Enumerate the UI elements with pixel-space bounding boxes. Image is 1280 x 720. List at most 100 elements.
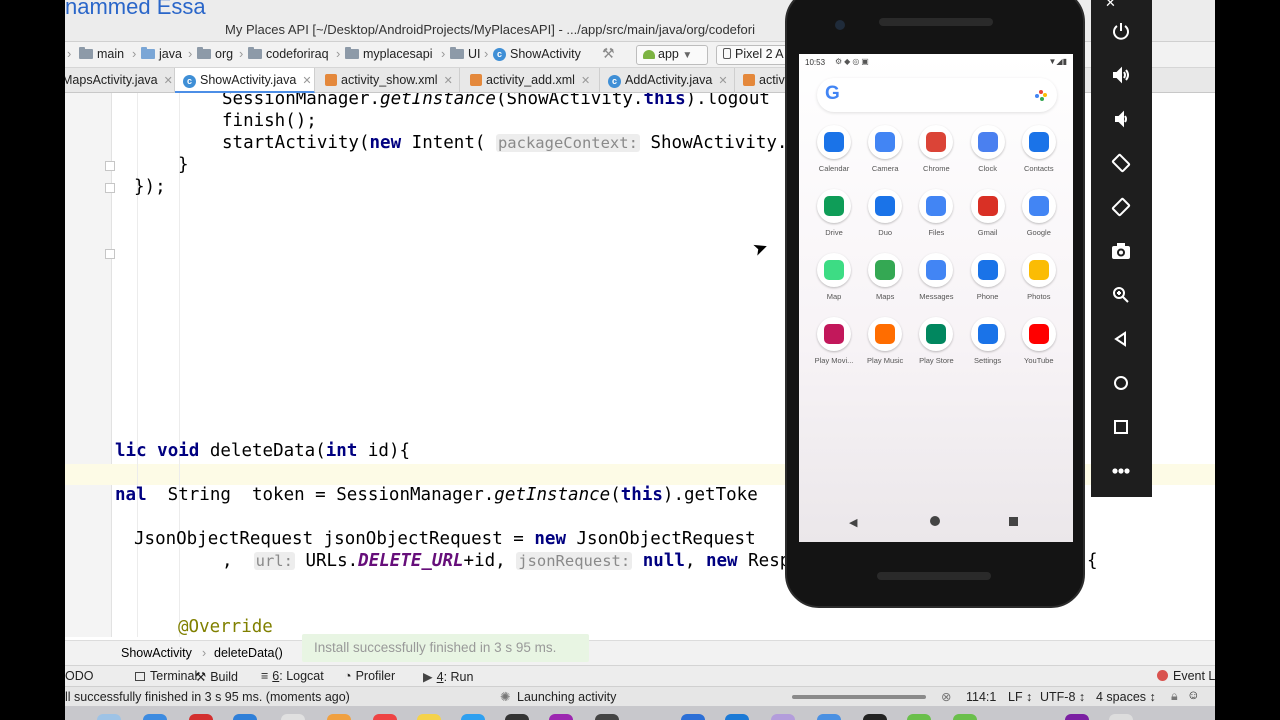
file-encoding[interactable]: UTF-8 ↕ — [1040, 690, 1085, 704]
back-button[interactable] — [1107, 325, 1135, 353]
notes-icon[interactable] — [417, 714, 441, 720]
rotate-right-button[interactable] — [1107, 193, 1135, 221]
tool-build[interactable]: ⚒ Build — [195, 669, 238, 684]
finder-icon[interactable] — [97, 714, 121, 720]
app-icon[interactable] — [1065, 714, 1089, 720]
tool-terminal[interactable]: Terminal — [135, 669, 197, 683]
fold-marker[interactable] — [105, 249, 115, 259]
app-contacts[interactable]: Contacts — [1014, 125, 1064, 173]
caret-position[interactable]: 114:1 — [966, 690, 996, 704]
app-map[interactable]: Map — [809, 253, 859, 301]
tool-logcat[interactable]: ≡ 6: Logcat — [261, 669, 324, 683]
app-icon[interactable] — [233, 714, 257, 720]
app-icon[interactable] — [907, 714, 931, 720]
app-messages[interactable]: Messages — [911, 253, 961, 301]
close-icon[interactable]: ✕ — [581, 75, 590, 87]
app-play-music[interactable]: Play Music — [860, 317, 910, 365]
lock-icon[interactable]: 🔒︎ — [1171, 689, 1178, 704]
device-select[interactable]: Pixel 2 A — [716, 45, 794, 65]
status-message[interactable]: ll successfully finished in 3 s 95 ms. (… — [65, 690, 350, 704]
tab-showactivity[interactable]: c ShowActivity.java ✕ — [175, 68, 315, 93]
line-separator[interactable]: LF ↕ — [1008, 690, 1032, 704]
app-icon[interactable] — [595, 714, 619, 720]
tab-mapsactivity[interactable]: MapsActivity.java ✕ — [65, 68, 175, 93]
google-search-bar[interactable]: G — [817, 78, 1057, 112]
app-play-store[interactable]: Play Store — [911, 317, 961, 365]
tool-todo[interactable]: ODO — [65, 669, 93, 683]
app-photos[interactable]: Photos — [1014, 253, 1064, 301]
app-google[interactable]: Google — [1014, 189, 1064, 237]
tab-addactivity[interactable]: c AddActivity.java ✕ — [600, 68, 735, 93]
crumb-java[interactable]: java — [141, 47, 182, 61]
home-button[interactable] — [1107, 369, 1135, 397]
recents-icon[interactable] — [1009, 517, 1018, 526]
app-calendar[interactable]: Calendar — [809, 125, 859, 173]
volume-down-button[interactable] — [1107, 105, 1135, 133]
app-play-movi[interactable]: Play Movi... — [809, 317, 859, 365]
breadcrumb-method[interactable]: deleteData() — [214, 646, 283, 660]
crumb-codeforiraq[interactable]: codeforiraq — [248, 47, 329, 61]
app-icon[interactable] — [505, 714, 529, 720]
close-icon[interactable]: ✕ — [1105, 0, 1116, 11]
app-icon[interactable] — [1109, 714, 1133, 720]
breadcrumb-class[interactable]: ShowActivity — [121, 646, 192, 660]
app-youtube[interactable]: YouTube — [1014, 317, 1064, 365]
indent-setting[interactable]: 4 spaces ↕ — [1096, 690, 1156, 704]
tool-run[interactable]: ▶ 4: Run — [423, 669, 473, 684]
app-chrome[interactable]: Chrome — [911, 125, 961, 173]
crumb-org[interactable]: org — [197, 47, 233, 61]
close-icon[interactable]: ✕ — [444, 75, 453, 87]
app-icon[interactable] — [461, 714, 485, 720]
crumb-showactivity[interactable]: c ShowActivity — [493, 47, 581, 61]
power-button[interactable] — [1107, 17, 1135, 45]
phone-screen[interactable]: 10:53 ⚙◆◎▣ ▼◢▮ G Calendar Camera Chrome Clo… — [799, 54, 1073, 542]
app-maps[interactable]: Maps — [860, 253, 910, 301]
close-icon[interactable]: ✕ — [718, 75, 727, 87]
app-icon[interactable] — [863, 714, 887, 720]
app-phone[interactable]: Phone — [963, 253, 1013, 301]
zoom-button[interactable] — [1107, 281, 1135, 309]
home-icon[interactable] — [930, 516, 940, 526]
close-icon[interactable]: ✕ — [302, 75, 311, 87]
app-clock[interactable]: Clock — [963, 125, 1013, 173]
fold-marker[interactable] — [105, 161, 115, 171]
tool-profiler[interactable]: ◔ Profiler — [344, 669, 395, 683]
app-icon[interactable] — [281, 714, 305, 720]
back-icon[interactable]: ◀ — [849, 516, 857, 529]
more-button[interactable] — [1107, 457, 1135, 485]
crumb-main[interactable]: main — [79, 47, 124, 61]
app-settings[interactable]: Settings — [963, 317, 1013, 365]
tab-activity-show[interactable]: activity_show.xml ✕ — [315, 68, 460, 93]
crumb-ui[interactable]: UI — [450, 47, 481, 61]
safari-icon[interactable] — [143, 714, 167, 720]
app-icon[interactable] — [771, 714, 795, 720]
crumb-myplacesapi[interactable]: myplacesapi — [345, 47, 432, 61]
smiley-icon[interactable]: ☺ — [1187, 688, 1200, 702]
overview-button[interactable] — [1107, 413, 1135, 441]
screenshot-button[interactable] — [1107, 237, 1135, 265]
cancel-icon[interactable]: ⊗ — [941, 689, 951, 704]
app-icon[interactable] — [725, 714, 749, 720]
app-icon[interactable] — [549, 714, 573, 720]
app-icon[interactable] — [327, 714, 351, 720]
app-icon[interactable] — [817, 714, 841, 720]
fold-marker[interactable] — [105, 183, 115, 193]
volume-up-button[interactable] — [1107, 61, 1135, 89]
app-icon[interactable] — [681, 714, 705, 720]
app-duo[interactable]: Duo — [860, 189, 910, 237]
run-config-select[interactable]: app ▼ — [636, 45, 708, 65]
background-task[interactable]: Launching activity — [517, 690, 616, 704]
tool-event-log[interactable]: Event Lo — [1157, 669, 1215, 683]
app-icon[interactable] — [373, 714, 397, 720]
assistant-icon[interactable] — [1035, 90, 1047, 101]
rotate-left-button[interactable] — [1107, 149, 1135, 177]
app-icon[interactable] — [189, 714, 213, 720]
app-drive[interactable]: Drive — [809, 189, 859, 237]
app-icon[interactable] — [953, 714, 977, 720]
app-files[interactable]: Files — [911, 189, 961, 237]
close-icon[interactable]: ✕ — [164, 75, 173, 87]
app-gmail[interactable]: Gmail — [963, 189, 1013, 237]
app-camera[interactable]: Camera — [860, 125, 910, 173]
hammer-icon[interactable]: ⚒ — [602, 45, 615, 62]
tab-activity-add[interactable]: activity_add.xml ✕ — [460, 68, 600, 93]
